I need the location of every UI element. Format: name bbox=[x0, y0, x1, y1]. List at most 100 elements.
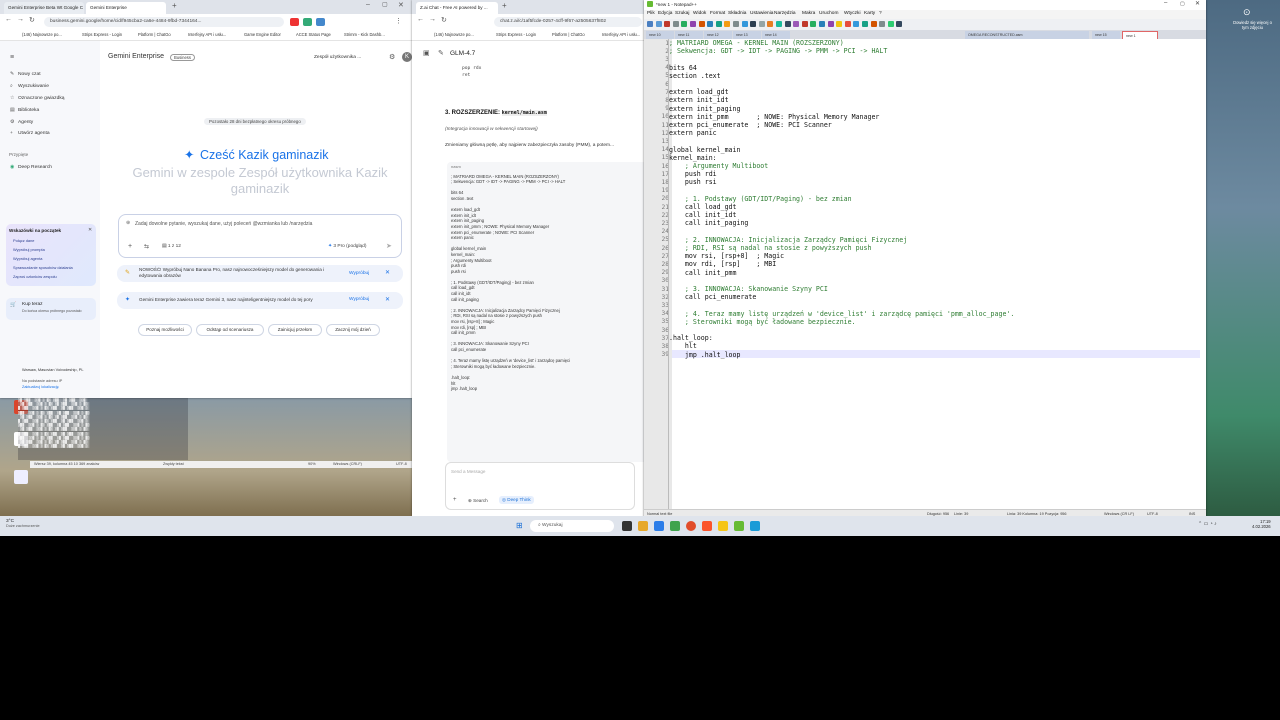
tip-item[interactable]: Wypróbuj prompta bbox=[13, 247, 45, 252]
url-field[interactable]: business.gemini.google/home/cid/f945cba2… bbox=[44, 17, 284, 27]
add-icon[interactable]: + bbox=[128, 243, 132, 250]
start-icon[interactable]: ⊞ bbox=[516, 521, 523, 530]
np-tab[interactable]: new 15 bbox=[1092, 31, 1120, 39]
reload-icon[interactable]: ↻ bbox=[29, 16, 35, 24]
tip-item[interactable]: Sprawozdanie sposobów działania bbox=[13, 265, 73, 270]
np-menu-item[interactable]: ? bbox=[879, 11, 882, 16]
try-button[interactable]: Wypróbuj bbox=[349, 297, 369, 302]
toolbar-button[interactable] bbox=[741, 21, 748, 27]
toolbar-button[interactable] bbox=[655, 21, 662, 27]
toolbar-button[interactable] bbox=[733, 21, 739, 27]
forward-icon[interactable]: → bbox=[17, 16, 24, 23]
bookmark[interactable]: Interfejsy API i usłu... bbox=[188, 32, 226, 37]
toolbar-button[interactable] bbox=[698, 21, 705, 27]
extension-icon[interactable] bbox=[303, 18, 312, 26]
np-menu-item[interactable]: Uruchom bbox=[819, 11, 838, 16]
add-icon[interactable]: + bbox=[453, 497, 457, 503]
tip-item[interactable]: Zaproś członków zespołu bbox=[13, 274, 57, 279]
close-icon[interactable]: ✕ bbox=[385, 269, 390, 276]
wallpaper-info[interactable]: Dowiedz się więcej o tym zdjęciu bbox=[1230, 20, 1275, 30]
suggestion-chip[interactable]: Poznaj możliwości bbox=[138, 324, 192, 336]
toolbar-button[interactable] bbox=[862, 21, 868, 27]
np-menu-item[interactable]: Wtyczki bbox=[844, 11, 861, 16]
tip-item[interactable]: Wypróbuj agenta bbox=[13, 256, 42, 261]
np-menu-item[interactable]: Makra bbox=[802, 11, 815, 16]
close-icon[interactable]: ✕ bbox=[385, 296, 390, 303]
toolbar-button[interactable] bbox=[647, 21, 653, 27]
bookmark[interactable]: ACCE Status Page bbox=[296, 32, 331, 37]
maximize-icon[interactable]: ▢ bbox=[1180, 1, 1185, 7]
toolbar-button[interactable] bbox=[758, 21, 765, 27]
gear-icon[interactable]: ⚙ bbox=[389, 53, 395, 61]
toolbar-button[interactable] bbox=[707, 21, 714, 27]
notepad-plus-plus-icon[interactable] bbox=[734, 521, 744, 531]
bookmark[interactable]: Platform | ChatGo bbox=[138, 32, 171, 37]
toolbar-button[interactable] bbox=[793, 21, 800, 27]
bookmark[interactable]: Strips Express - Login bbox=[82, 32, 122, 37]
np-menu-item[interactable]: Plik bbox=[647, 11, 655, 16]
maximize-icon[interactable]: ▢ bbox=[382, 1, 388, 8]
toolbar-button[interactable] bbox=[879, 21, 886, 27]
toolbar-button[interactable] bbox=[784, 21, 791, 27]
desktop-file-icon[interactable] bbox=[14, 470, 28, 484]
suggestion-chip[interactable]: Odstąp od scenariusza bbox=[196, 324, 264, 336]
close-icon[interactable]: ✕ bbox=[1195, 0, 1200, 7]
tools-icon[interactable]: ⇆ bbox=[144, 243, 149, 250]
sidebar-item-starred[interactable]: ☆ Oznaczone gwiazdką bbox=[10, 95, 65, 101]
sidebar-item-new-chat[interactable]: ✎ Nowy czat bbox=[10, 71, 41, 77]
toolbar-button[interactable] bbox=[750, 21, 757, 27]
taskbar-search[interactable]: ⌕ Wyszukaj bbox=[530, 520, 614, 532]
bookmark[interactable]: Platform | ChatGo bbox=[552, 32, 585, 37]
extension-icon[interactable] bbox=[316, 18, 325, 26]
toolbar-button[interactable] bbox=[896, 21, 903, 27]
np-menu-item[interactable]: Widok bbox=[693, 11, 706, 16]
toolbar-button[interactable] bbox=[776, 21, 782, 27]
toolbar-button[interactable] bbox=[887, 21, 894, 27]
model-name[interactable]: GLM-4.7 bbox=[450, 50, 475, 57]
brave-icon[interactable] bbox=[702, 521, 712, 531]
buy-now-card[interactable]: 🛒 Kup teraz Do końca okresu próbnego poz… bbox=[6, 298, 96, 320]
np-tab-active[interactable]: new 1 bbox=[1122, 31, 1158, 39]
editor-text-area[interactable]: ; MATRIARD OMEGA - KERNEL MAIN (ROZSZERZ… bbox=[669, 39, 1206, 509]
toolbar-button[interactable] bbox=[836, 21, 843, 27]
sidebar-item-search[interactable]: ⌕ Wyszukiwanie bbox=[10, 83, 49, 89]
reload-icon[interactable]: ↻ bbox=[441, 16, 447, 24]
new-tab-icon[interactable]: + bbox=[172, 1, 177, 10]
np-menu-item[interactable]: Składnia bbox=[728, 11, 746, 16]
store-icon[interactable] bbox=[670, 521, 680, 531]
toolbar-button[interactable] bbox=[664, 21, 671, 27]
toolbar-button[interactable] bbox=[690, 21, 696, 27]
toolbar-button[interactable] bbox=[870, 21, 877, 27]
team-select[interactable]: Zespół użytkownika ... bbox=[314, 55, 361, 60]
app-icon[interactable] bbox=[750, 521, 760, 531]
clock[interactable]: 17:19 4.02.2026 bbox=[1252, 519, 1271, 529]
np-tab[interactable]: new 12 bbox=[704, 31, 732, 39]
model-select[interactable]: ✦ 3 Pro (podgląd) bbox=[328, 244, 366, 249]
sidebar-item-agents[interactable]: ⚙ Agenty bbox=[10, 119, 33, 125]
bookmark[interactable]: (146) Najnowsze po... bbox=[22, 32, 62, 37]
update-location-link[interactable]: Zaktualizuj lokalizację bbox=[22, 385, 59, 389]
deep-think-button[interactable]: ◎ Deep Think bbox=[499, 496, 534, 504]
toolbar-button[interactable] bbox=[767, 21, 774, 27]
extension-icon[interactable] bbox=[290, 18, 299, 26]
forward-icon[interactable]: → bbox=[429, 16, 436, 23]
task-view-icon[interactable] bbox=[622, 521, 632, 531]
browser-tab-active[interactable]: Gemini Enterprise bbox=[86, 2, 166, 14]
np-menu-item[interactable]: Narzędzia bbox=[774, 11, 796, 16]
avatar[interactable]: K bbox=[402, 52, 412, 62]
toolbar-button[interactable] bbox=[724, 21, 731, 27]
np-tab[interactable]: new 13 bbox=[733, 31, 761, 39]
toolbar-button[interactable] bbox=[715, 21, 722, 27]
suggestion-chip[interactable]: Zainicjuj przełom bbox=[268, 324, 322, 336]
close-icon[interactable]: ✕ bbox=[88, 227, 92, 233]
sidebar-toggle-icon[interactable]: ▣ bbox=[423, 49, 430, 57]
np-menu-item[interactable]: Ustawienia bbox=[750, 11, 773, 16]
edge-icon[interactable] bbox=[654, 521, 664, 531]
prompt-input[interactable]: Zadaj dowolne pytanie, wyszukaj dane, uż… bbox=[135, 221, 312, 227]
toolbar-button[interactable] bbox=[844, 21, 851, 27]
message-input[interactable]: Send a Message bbox=[451, 469, 485, 474]
send-icon[interactable]: ➤ bbox=[386, 242, 392, 250]
suggestion-chip[interactable]: Zacznij mój dzień bbox=[326, 324, 380, 336]
bookmark[interactable]: Strips Express - Login bbox=[496, 32, 536, 37]
file-explorer-icon[interactable] bbox=[638, 521, 648, 531]
